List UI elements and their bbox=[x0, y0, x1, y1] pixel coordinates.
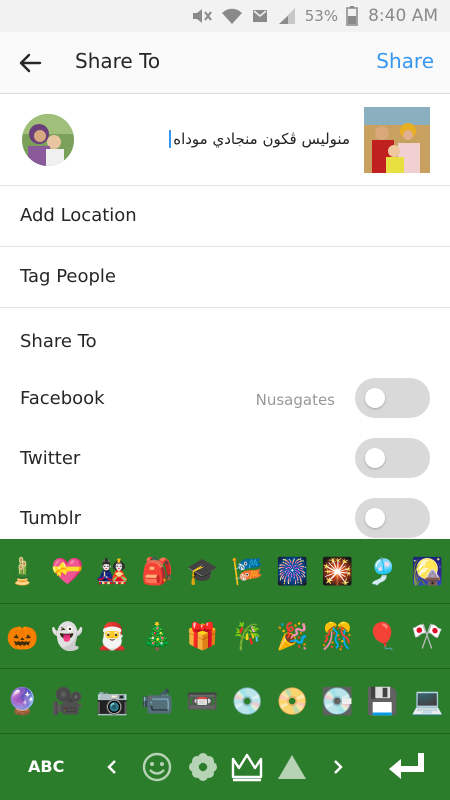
emoji-key[interactable]: 🎅 bbox=[90, 614, 135, 659]
emoji-key[interactable]: 🎐 bbox=[360, 549, 405, 594]
page-title: Share To bbox=[75, 49, 161, 73]
wifi-icon bbox=[221, 7, 243, 25]
emoji-key[interactable]: 🎃 bbox=[0, 614, 45, 659]
emoji-key[interactable]: 📼 bbox=[180, 679, 225, 724]
battery-icon bbox=[346, 6, 358, 26]
emoji-key[interactable]: 🎏 bbox=[225, 549, 270, 594]
tumblr-toggle[interactable] bbox=[355, 498, 430, 538]
avatar bbox=[22, 114, 74, 166]
emoji-row: 🎃 👻 🎅 🎄 🎁 🎋 🎉 🎊 🎈 🎌 bbox=[0, 604, 450, 669]
emoji-key[interactable]: 🎋 bbox=[225, 614, 270, 659]
status-bar: 53% 8:40 AM bbox=[0, 0, 450, 32]
emoji-key[interactable]: 🎇 bbox=[315, 549, 360, 594]
add-location-row[interactable]: Add Location bbox=[0, 186, 450, 247]
emoji-keyboard: 🎍 💝 🎎 🎒 🎓 🎏 🎆 🎇 🎐 🎑 🎃 👻 🎅 🎄 🎁 🎋 🎉 🎊 🎈 🎌 bbox=[0, 539, 450, 800]
share-to-header: Share To bbox=[20, 331, 97, 352]
emoji-row: 🔮 🎥 📷 📹 📼 💿 📀 💽 💾 💻 bbox=[0, 669, 450, 734]
emoji-key[interactable]: 🎓 bbox=[180, 549, 225, 594]
emoji-grid: 🎍 💝 🎎 🎒 🎓 🎏 🎆 🎇 🎐 🎑 🎃 👻 🎅 🎄 🎁 🎋 🎉 🎊 🎈 🎌 bbox=[0, 539, 450, 734]
flower-category-icon[interactable] bbox=[185, 749, 221, 785]
emoji-key[interactable]: 🎁 bbox=[180, 614, 225, 659]
emoji-key[interactable]: 🎎 bbox=[90, 549, 135, 594]
emoji-key[interactable]: 🔮 bbox=[0, 679, 45, 724]
emoji-key[interactable]: 🎄 bbox=[135, 614, 180, 659]
emoji-key[interactable]: 💿 bbox=[225, 679, 270, 724]
chevron-right-icon[interactable] bbox=[320, 749, 356, 785]
emoji-key[interactable]: 👻 bbox=[45, 614, 90, 659]
emoji-key[interactable]: 🎍 bbox=[0, 549, 45, 594]
emoji-key[interactable]: 💽 bbox=[315, 679, 360, 724]
tag-people-row[interactable]: Tag People bbox=[0, 247, 450, 308]
tag-people-label: Tag People bbox=[20, 266, 116, 287]
emoji-row: 🎍 💝 🎎 🎒 🎓 🎏 🎆 🎇 🎐 🎑 bbox=[0, 539, 450, 604]
emoji-key[interactable]: 🎊 bbox=[315, 614, 360, 659]
back-arrow-icon[interactable] bbox=[16, 48, 46, 78]
share-item-twitter: Twitter bbox=[0, 430, 450, 490]
emoji-key[interactable]: 🎈 bbox=[360, 614, 405, 659]
twitter-toggle[interactable] bbox=[355, 438, 430, 478]
app-bar: Share To Share bbox=[0, 32, 450, 94]
facebook-account: Nusagates bbox=[255, 391, 335, 409]
emoji-key[interactable]: 🎒 bbox=[135, 549, 180, 594]
crown-category-icon[interactable] bbox=[229, 749, 265, 785]
triangle-category-icon[interactable] bbox=[274, 749, 310, 785]
signal-icon bbox=[277, 7, 297, 25]
twitter-label: Twitter bbox=[20, 448, 81, 469]
toggle-knob bbox=[365, 448, 385, 468]
abc-button[interactable]: ABC bbox=[28, 757, 64, 776]
emoji-key[interactable]: 📀 bbox=[270, 679, 315, 724]
share-to-section: Share To Facebook Nusagates Twitter Tumb… bbox=[0, 309, 450, 539]
emoji-key[interactable]: 💝 bbox=[45, 549, 90, 594]
mute-icon bbox=[191, 7, 213, 25]
share-item-facebook: Facebook Nusagates bbox=[0, 370, 450, 430]
emoji-key[interactable]: 🎑 bbox=[405, 549, 450, 594]
enter-icon[interactable] bbox=[384, 749, 430, 785]
share-button[interactable]: Share bbox=[376, 49, 434, 73]
keyboard-bottom-bar: ABC bbox=[0, 735, 450, 800]
emoji-key[interactable]: 💾 bbox=[360, 679, 405, 724]
toggle-knob bbox=[365, 388, 385, 408]
facebook-toggle[interactable] bbox=[355, 378, 430, 418]
caption-input[interactable]: منوليس ڤكون منجادي موداه bbox=[169, 130, 350, 148]
tumblr-label: Tumblr bbox=[20, 508, 82, 529]
add-location-label: Add Location bbox=[20, 205, 137, 226]
emoji-key[interactable]: 📷 bbox=[90, 679, 135, 724]
toggle-knob bbox=[365, 508, 385, 528]
battery-percent: 53% bbox=[304, 7, 339, 25]
post-thumbnail bbox=[364, 107, 430, 173]
smiley-category-icon[interactable] bbox=[139, 749, 175, 785]
clock: 8:40 AM bbox=[368, 6, 438, 26]
chevron-left-icon[interactable] bbox=[94, 749, 130, 785]
emoji-key[interactable]: 🎌 bbox=[405, 614, 450, 659]
message-icon bbox=[251, 7, 269, 25]
emoji-key[interactable]: 🎆 bbox=[270, 549, 315, 594]
facebook-label: Facebook bbox=[20, 388, 105, 409]
emoji-key[interactable]: 📹 bbox=[135, 679, 180, 724]
emoji-key[interactable]: 🎉 bbox=[270, 614, 315, 659]
caption-row: منوليس ڤكون منجادي موداه bbox=[0, 94, 450, 186]
emoji-key[interactable]: 🎥 bbox=[45, 679, 90, 724]
emoji-key[interactable]: 💻 bbox=[405, 679, 450, 724]
